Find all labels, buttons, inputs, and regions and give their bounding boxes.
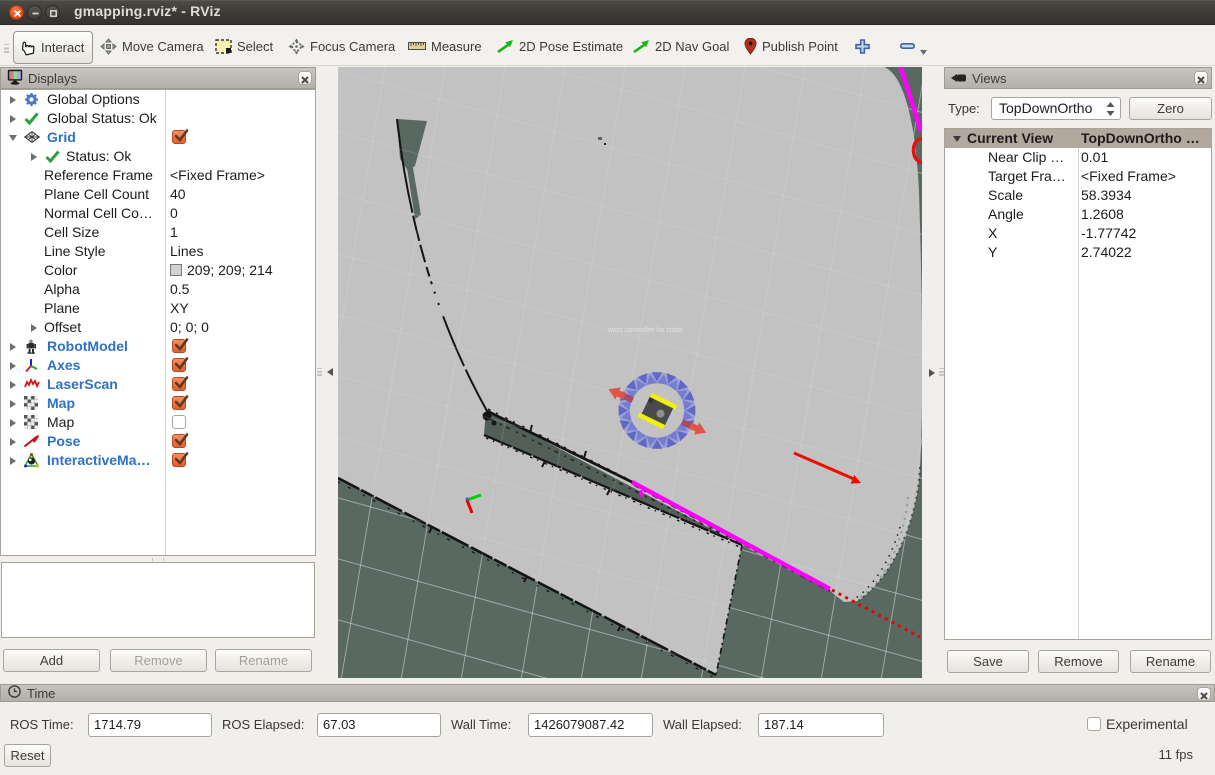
svg-text:twist controller for robot: twist controller for robot bbox=[608, 327, 683, 334]
